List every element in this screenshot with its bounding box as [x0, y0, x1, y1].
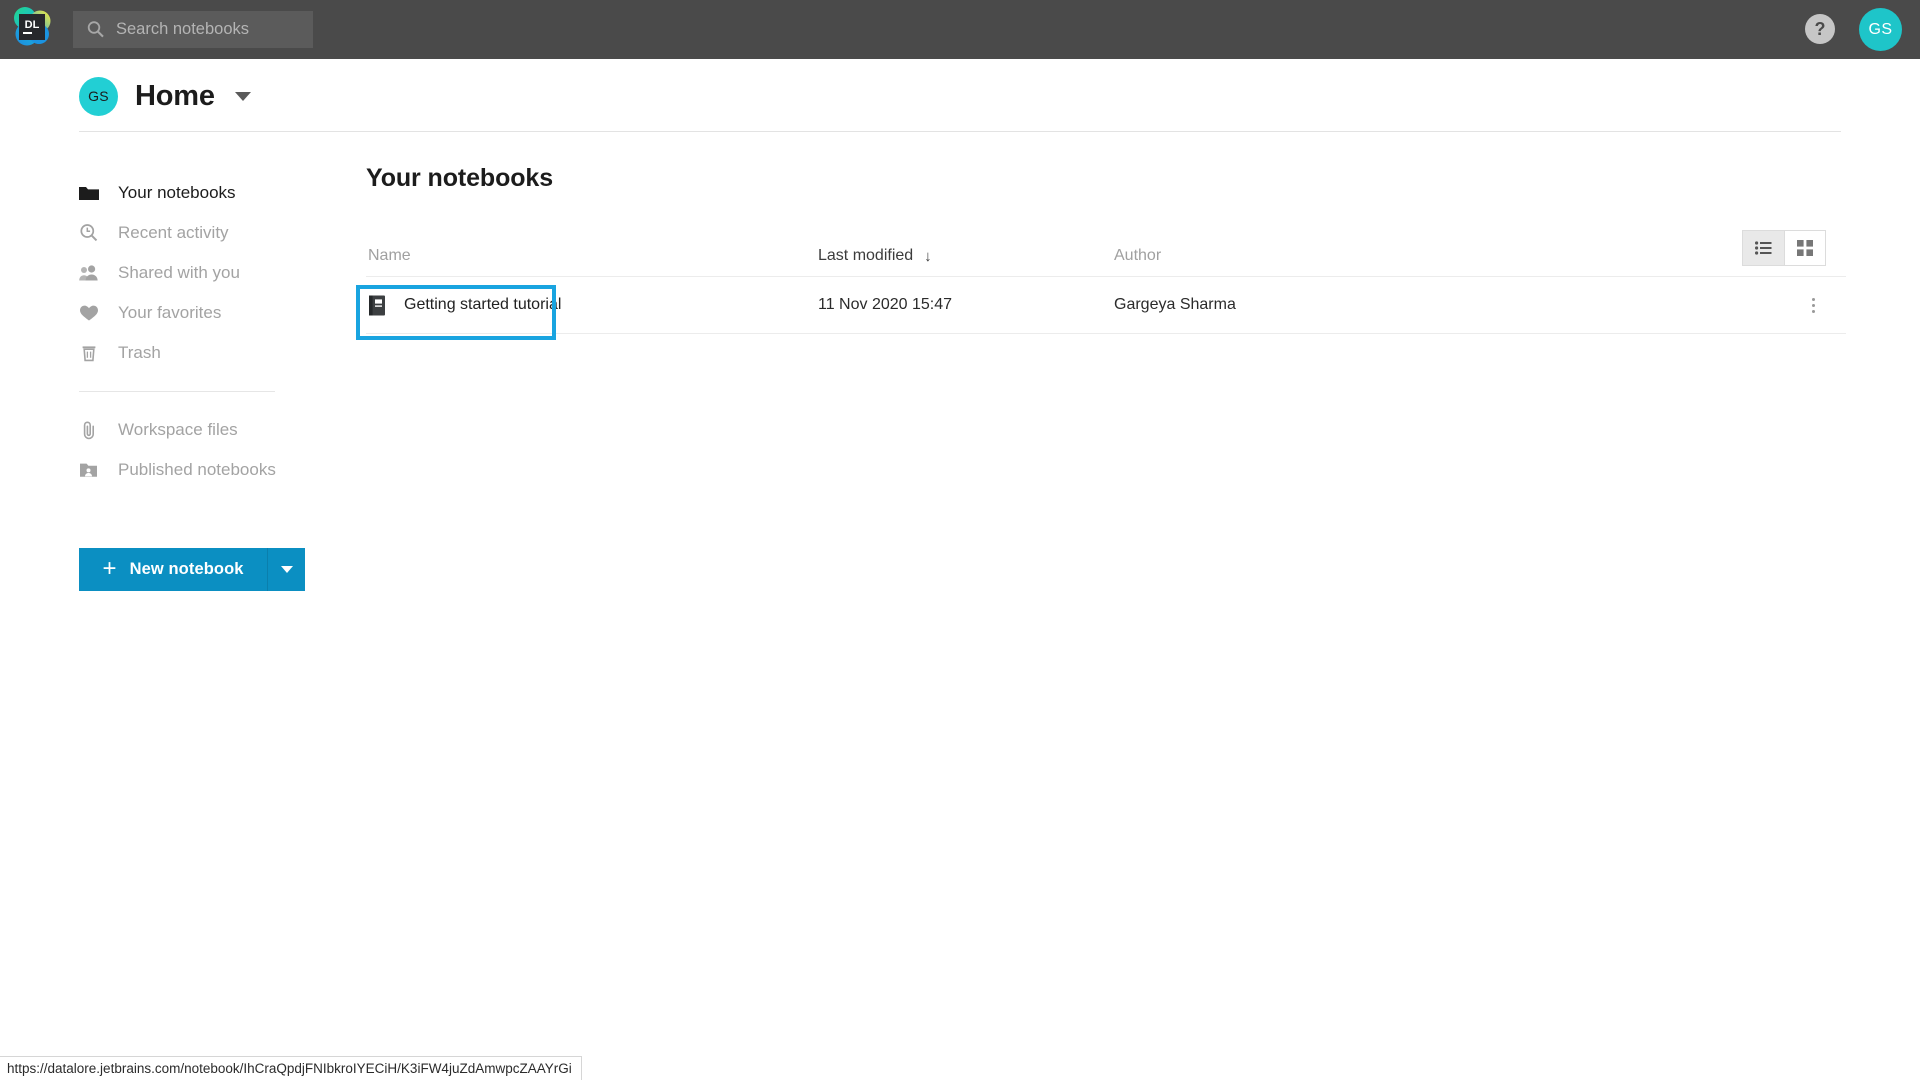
new-notebook-dropdown-button[interactable]: [267, 548, 305, 591]
sidebar-item-label: Your favorites: [118, 303, 222, 322]
notebook-icon: [368, 295, 387, 316]
search-input[interactable]: [116, 20, 306, 39]
sort-descending-icon: ↓: [924, 248, 932, 265]
sidebar-item-recent-activity[interactable]: Recent activity: [79, 213, 360, 253]
column-header-name[interactable]: Name: [368, 247, 411, 265]
trash-icon: [79, 343, 99, 363]
column-header-author[interactable]: Author: [1114, 247, 1161, 265]
sidebar-item-published-notebooks[interactable]: Published notebooks: [79, 450, 360, 490]
people-icon: [79, 263, 99, 283]
section-title: Your notebooks: [366, 164, 554, 192]
author-cell: Gargeya Sharma: [1114, 296, 1236, 313]
help-icon[interactable]: ?: [1805, 14, 1835, 44]
sidebar-item-label: Workspace files: [118, 420, 238, 439]
avatar[interactable]: GS: [1859, 8, 1902, 51]
list-view-button[interactable]: [1743, 231, 1784, 265]
last-modified-cell: 11 Nov 2020 15:47: [818, 296, 953, 313]
column-header-last-modified[interactable]: Last modified ↓: [818, 247, 932, 265]
chevron-down-icon[interactable]: [234, 91, 251, 101]
search-icon: [86, 20, 105, 39]
plus-icon: +: [102, 554, 117, 582]
row-more-options-icon[interactable]: [1802, 294, 1824, 316]
notebook-name: Getting started tutorial: [404, 296, 562, 313]
page-title: Home: [135, 79, 215, 112]
table-row[interactable]: Getting started tutorial 11 Nov 2020 15:…: [356, 277, 1846, 340]
new-notebook-button[interactable]: + New notebook: [79, 548, 267, 591]
table-header: Name Last modified ↓ Author: [366, 230, 1846, 277]
sidebar-item-your-notebooks[interactable]: Your notebooks: [79, 173, 360, 213]
paperclip-icon: [79, 420, 99, 440]
search-box[interactable]: [73, 11, 313, 48]
sidebar-item-label: Your notebooks: [118, 183, 236, 202]
sidebar-item-shared-with-you[interactable]: Shared with you: [79, 253, 360, 293]
recent-clock-search-icon: [79, 223, 99, 243]
sidebar-item-your-favorites[interactable]: Your favorites: [79, 293, 360, 333]
top-bar: DL ? GS: [0, 0, 1920, 59]
sidebar-item-label: Shared with you: [118, 263, 240, 282]
main-content: Your notebooks Name Last modified ↓ Auth…: [356, 133, 1920, 1080]
status-bar-url: https://datalore.jetbrains.com/notebook/…: [0, 1056, 582, 1080]
datalore-logo[interactable]: DL: [10, 5, 54, 49]
column-header-label: Last modified: [818, 246, 914, 264]
sidebar-divider: [79, 391, 275, 392]
notebook-name-cell[interactable]: Getting started tutorial: [356, 284, 562, 340]
sidebar-item-label: Recent activity: [118, 223, 229, 242]
column-header-label: Name: [368, 246, 411, 264]
header-divider: [79, 131, 1841, 132]
grid-view-button[interactable]: [1784, 231, 1825, 265]
logo-text: DL: [25, 19, 40, 31]
sidebar-item-label: Trash: [118, 343, 161, 362]
published-folder-icon: [79, 460, 99, 480]
view-mode-toggle: [1742, 230, 1826, 266]
list-icon: [1755, 241, 1772, 255]
folder-icon: [79, 183, 99, 203]
sidebar-item-label: Published notebooks: [118, 460, 276, 479]
chevron-down-icon: [280, 566, 293, 573]
new-notebook-button-group: + New notebook: [79, 548, 305, 591]
page-header: GS Home: [0, 59, 1920, 133]
sidebar-item-trash[interactable]: Trash: [79, 333, 360, 373]
sidebar-item-workspace-files[interactable]: Workspace files: [79, 410, 360, 450]
heart-icon: [79, 303, 99, 323]
sidebar: Your notebooks Recent activity Shared wi…: [0, 133, 360, 1080]
column-header-label: Author: [1114, 246, 1162, 264]
new-notebook-label: New notebook: [129, 560, 244, 578]
grid-icon: [1797, 240, 1813, 256]
workspace-avatar: GS: [79, 76, 118, 116]
